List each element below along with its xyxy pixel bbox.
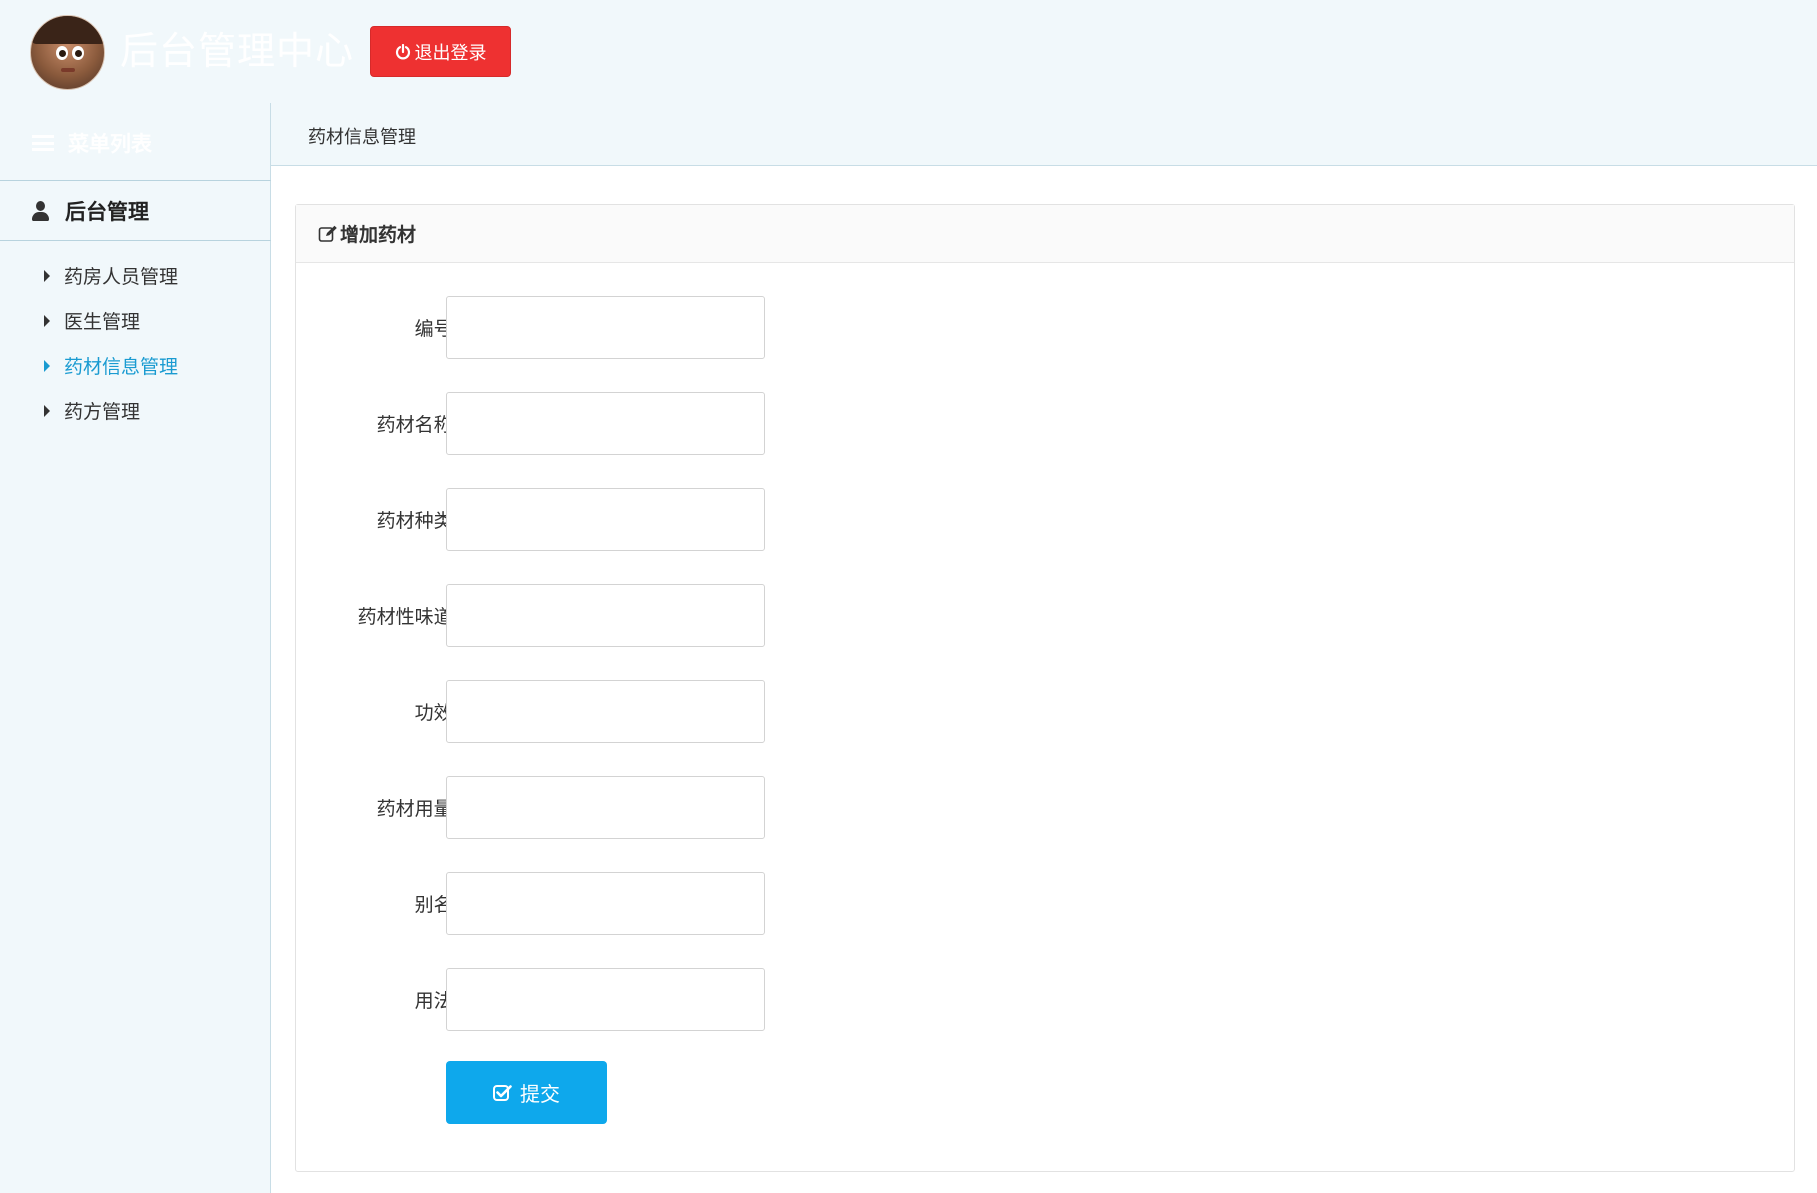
tab-herb-info[interactable]: 药材信息管理 xyxy=(308,123,416,149)
sidebar-nav: 药房人员管理 医生管理 药材信息管理 药方管理 xyxy=(0,253,271,433)
app-title: 后台管理中心 xyxy=(120,29,355,73)
logout-button[interactable]: 退出登录 xyxy=(370,26,511,77)
menu-title: 菜单列表 xyxy=(32,128,152,158)
avatar xyxy=(30,15,105,90)
submit-label: 提交 xyxy=(520,1082,560,1106)
sidebar-item-label: 医生管理 xyxy=(64,311,141,333)
caret-right-icon xyxy=(44,269,50,282)
usage-input[interactable] xyxy=(446,968,765,1031)
submit-button[interactable]: 提交 xyxy=(446,1061,607,1124)
form-row-efficacy: 功效: xyxy=(296,680,766,743)
form-row-category: 药材种类: xyxy=(296,488,766,551)
main-content: 增加药材 编号: 药材名称: 药材种类: 药材性味道: 功效: 药材用量: 别名… xyxy=(271,166,1817,1193)
sidebar-group-header[interactable]: 后台管理 xyxy=(0,180,271,241)
herb-category-input[interactable] xyxy=(446,488,765,551)
herb-name-input[interactable] xyxy=(446,392,765,455)
header: 后台管理中心 退出登录 xyxy=(0,0,1817,103)
user-icon xyxy=(32,200,49,221)
sidebar-item-label: 药方管理 xyxy=(64,401,141,423)
dosage-input[interactable] xyxy=(446,776,765,839)
edit-icon xyxy=(318,225,338,243)
efficacy-input[interactable] xyxy=(446,680,765,743)
power-icon xyxy=(395,43,411,60)
form-row-dosage: 药材用量: xyxy=(296,776,766,839)
logout-label: 退出登录 xyxy=(414,42,487,63)
herb-taste-input[interactable] xyxy=(446,584,765,647)
sidebar-item-label: 药房人员管理 xyxy=(64,266,179,288)
form-row-alias: 别名: xyxy=(296,872,766,935)
sidebar-item-prescriptions[interactable]: 药方管理 xyxy=(0,388,271,433)
sidebar-item-label: 药材信息管理 xyxy=(64,356,179,378)
sidebar-group-label: 后台管理 xyxy=(65,199,149,224)
caret-right-icon xyxy=(44,314,50,327)
panel-title: 增加药材 xyxy=(340,224,417,246)
form-row-usage: 用法: xyxy=(296,968,766,1031)
add-herb-panel: 增加药材 编号: 药材名称: 药材种类: 药材性味道: 功效: 药材用量: 别名… xyxy=(295,204,1795,1172)
sidebar-item-pharmacy-staff[interactable]: 药房人员管理 xyxy=(0,253,271,298)
field-label: 药材性味道: xyxy=(357,606,459,628)
panel-heading: 增加药材 xyxy=(296,205,1794,263)
form-row-id: 编号: xyxy=(296,296,766,359)
id-input[interactable] xyxy=(446,296,765,359)
sidebar: 菜单列表 后台管理 药房人员管理 医生管理 药材信息管理 药方管理 xyxy=(0,103,271,1193)
form-row-taste: 药材性味道: xyxy=(296,584,766,647)
form-row-name: 药材名称: xyxy=(296,392,766,455)
caret-right-icon xyxy=(44,404,50,417)
alias-input[interactable] xyxy=(446,872,765,935)
sidebar-item-doctors[interactable]: 医生管理 xyxy=(0,298,271,343)
sidebar-item-herb-info[interactable]: 药材信息管理 xyxy=(0,343,271,388)
tab-bar: 药材信息管理 xyxy=(271,103,1817,166)
list-icon xyxy=(32,134,54,152)
caret-right-icon xyxy=(44,359,50,372)
menu-title-label: 菜单列表 xyxy=(68,132,152,156)
check-square-icon xyxy=(493,1084,512,1102)
